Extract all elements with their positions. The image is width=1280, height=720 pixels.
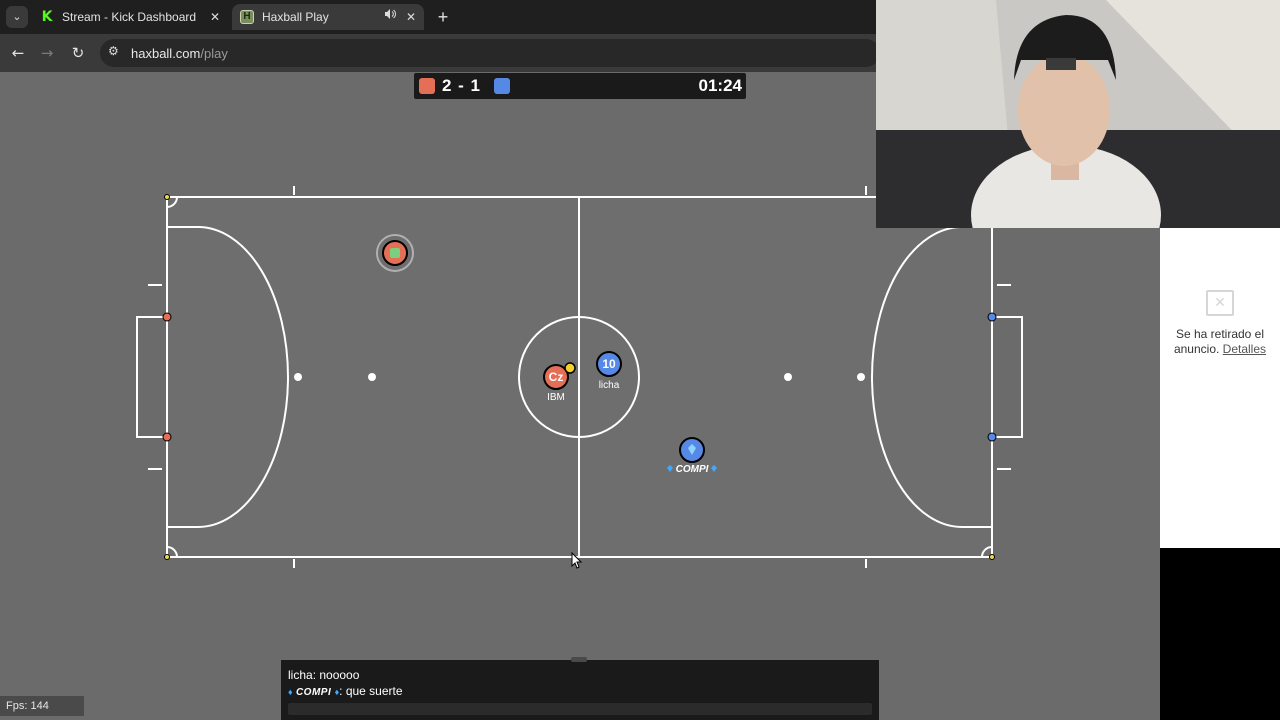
svg-text:Cz: Cz	[549, 370, 564, 384]
svg-text:10: 10	[602, 357, 616, 371]
chat-message: ♦ COMPI ♦: que suerte	[288, 684, 403, 698]
back-arrow-icon[interactable]: ←	[7, 42, 29, 64]
fps-counter: Fps: 144	[0, 696, 84, 716]
red-post	[162, 432, 172, 442]
chat-box: licha: nooooo ♦ COMPI ♦: que suerte	[281, 657, 879, 720]
site-info-icon[interactable]: ⚙	[108, 44, 119, 58]
kick-logo-icon: K	[41, 9, 53, 25]
tab-title: Haxball Play	[262, 10, 329, 24]
forward-arrow-icon[interactable]: →	[36, 42, 58, 64]
chat-resize-handle[interactable]	[571, 657, 587, 662]
svg-text:IBM: IBM	[547, 392, 565, 403]
removed-ad-icon: ✕	[1206, 290, 1234, 316]
new-tab-icon[interactable]: +	[434, 7, 452, 27]
player-ibm: Cz IBM	[543, 364, 569, 403]
speaker-icon[interactable]	[384, 4, 396, 30]
url-text: haxball.com/play	[131, 46, 228, 61]
cup-icon	[390, 248, 400, 258]
blue-post	[987, 432, 997, 442]
blue-post	[987, 312, 997, 322]
svg-text:licha: licha	[599, 380, 620, 391]
svg-text:COMPI: COMPI	[676, 464, 709, 475]
gem-icon: ♦	[288, 687, 293, 697]
chat-input[interactable]	[288, 703, 872, 715]
ad-message: Se ha retirado el anuncio. Detalles	[1173, 327, 1267, 356]
haxball-logo-icon: H	[240, 10, 254, 24]
tab-title: Stream - Kick Dashboard	[62, 10, 197, 24]
tab-kick-dashboard[interactable]: K Stream - Kick Dashboard ✕	[32, 4, 228, 30]
close-icon[interactable]: ✕	[406, 4, 416, 30]
webcam-overlay	[876, 0, 1280, 228]
ad-panel: ✕ Se ha retirado el anuncio. Detalles	[1160, 228, 1280, 548]
player-licha: 10 licha	[596, 351, 622, 391]
player-goalkeeper	[376, 234, 414, 272]
ad-panel-lower	[1160, 548, 1280, 720]
tab-haxball-play[interactable]: H Haxball Play ✕	[232, 4, 424, 30]
red-post	[162, 312, 172, 322]
tab-search-dropdown-icon[interactable]: ⌄	[6, 6, 28, 28]
ball	[564, 362, 576, 374]
close-icon[interactable]: ✕	[210, 4, 220, 30]
ad-details-link[interactable]: Detalles	[1223, 342, 1266, 356]
reload-icon[interactable]: ↻	[67, 42, 89, 64]
chat-message: licha: nooooo	[288, 668, 360, 682]
gem-icon: ♦	[334, 687, 340, 697]
url-input[interactable]: ⚙ haxball.com/play	[100, 39, 880, 67]
